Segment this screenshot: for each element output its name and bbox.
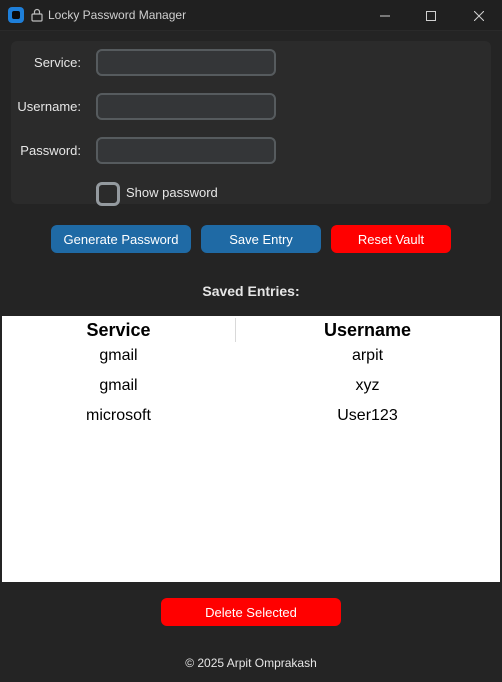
- minimize-button[interactable]: [362, 0, 408, 31]
- generate-password-button[interactable]: Generate Password: [51, 225, 191, 253]
- password-input[interactable]: [96, 137, 276, 164]
- app-icon: [8, 7, 24, 23]
- table-cell-service: gmail: [99, 377, 138, 394]
- table-row[interactable]: gmail xyz: [2, 377, 500, 407]
- username-label: Username:: [17, 99, 81, 114]
- service-label: Service:: [34, 55, 81, 70]
- column-header-username[interactable]: Username: [235, 320, 500, 341]
- window-title: Locky Password Manager: [48, 8, 187, 22]
- close-icon: [474, 10, 484, 21]
- lock-icon: [31, 8, 43, 22]
- close-button[interactable]: [456, 0, 502, 31]
- reset-vault-button[interactable]: Reset Vault: [331, 225, 451, 253]
- show-password-label[interactable]: Show password: [126, 185, 218, 200]
- table-row[interactable]: gmail arpit: [2, 347, 500, 377]
- save-entry-button[interactable]: Save Entry: [201, 225, 321, 253]
- entries-table[interactable]: Service Username gmail arpit gmail xyz m…: [2, 316, 500, 582]
- table-cell-username: User123: [337, 407, 398, 424]
- table-cell-service: microsoft: [86, 407, 151, 424]
- table-row[interactable]: microsoft User123: [2, 407, 500, 437]
- table-cell-service: gmail: [99, 347, 138, 364]
- table-cell-username: xyz: [355, 377, 380, 394]
- footer-copyright: © 2025 Arpit Omprakash: [185, 656, 317, 670]
- show-password-checkbox[interactable]: [96, 182, 120, 206]
- password-label: Password:: [20, 143, 81, 158]
- maximize-button[interactable]: [408, 0, 454, 31]
- service-input[interactable]: [96, 49, 276, 76]
- maximize-icon: [426, 10, 436, 21]
- saved-entries-title: Saved Entries:: [202, 283, 300, 299]
- column-header-service[interactable]: Service: [2, 320, 235, 341]
- table-cell-username: arpit: [351, 347, 384, 364]
- username-input[interactable]: [96, 93, 276, 120]
- delete-selected-button[interactable]: Delete Selected: [161, 598, 341, 626]
- minimize-icon: [380, 15, 390, 16]
- title-bar: Locky Password Manager: [0, 0, 502, 31]
